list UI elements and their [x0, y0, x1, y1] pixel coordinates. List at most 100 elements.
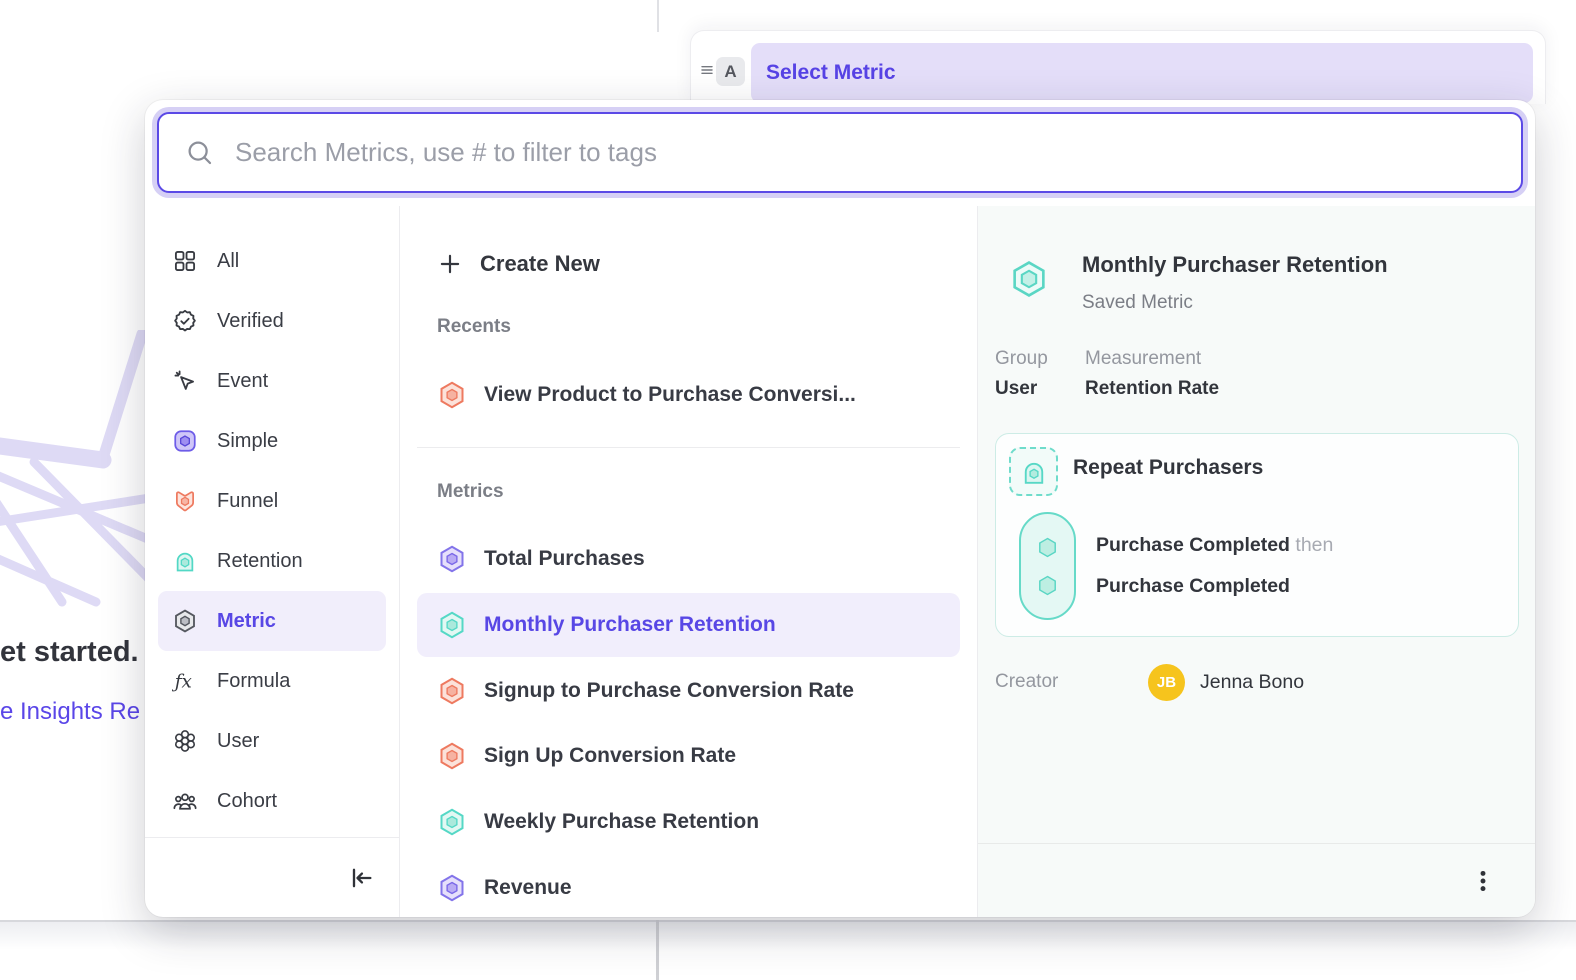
metric-item-label: Total Purchases — [484, 547, 645, 571]
sidebar-item-label: User — [217, 730, 259, 753]
cursor-click-icon — [172, 368, 198, 394]
collapse-sidebar-icon[interactable] — [347, 864, 375, 892]
cohort-definition-icon-box — [1009, 447, 1058, 496]
select-metric-button[interactable]: Select Metric — [751, 43, 1533, 103]
metric-list-item-selected[interactable]: Monthly Purchaser Retention — [417, 593, 960, 657]
detail-footer — [978, 843, 1535, 917]
metric-hexagon-icon — [437, 610, 467, 640]
metric-list-item[interactable]: Total Purchases — [417, 527, 960, 591]
screen: et started. e Insights Re A Select Metri… — [0, 0, 1576, 980]
metric-item-label: Weekly Purchase Retention — [484, 810, 759, 834]
sidebar-item-label: Simple — [217, 430, 278, 453]
metric-list-item[interactable]: Weekly Purchase Retention — [417, 790, 960, 854]
panel-divider-bottom — [656, 920, 659, 980]
user-cluster-icon — [172, 728, 198, 754]
recent-item-label: View Product to Purchase Conversi... — [484, 383, 856, 407]
definition-card: Repeat Purchasers Purchase Completed the… — [995, 433, 1519, 637]
detail-subtitle: Saved Metric — [1082, 292, 1193, 314]
section-divider-shadow — [0, 922, 1576, 950]
more-options-icon[interactable] — [1469, 866, 1497, 896]
step-1-event: Purchase Completed — [1096, 534, 1290, 556]
metric-list-item[interactable]: Sign Up Conversion Rate — [417, 724, 960, 788]
creator-avatar: JB — [1148, 664, 1185, 701]
sidebar-footer — [145, 837, 399, 917]
event-hexagon-icon — [1035, 573, 1060, 598]
sidebar-item-cohort[interactable]: Cohort — [158, 771, 386, 831]
metric-list-item[interactable]: Revenue — [417, 856, 960, 917]
metric-item-label: Sign Up Conversion Rate — [484, 744, 736, 768]
metric-hexagon-icon — [437, 741, 467, 771]
definition-card-title: Repeat Purchasers — [1073, 456, 1263, 480]
funnel-metric-hexagon-icon — [437, 380, 467, 410]
detail-title: Monthly Purchaser Retention — [1082, 252, 1388, 278]
sidebar-item-label: Event — [217, 370, 268, 393]
cohort-people-icon — [172, 788, 198, 814]
sidebar-item-funnel[interactable]: Funnel — [158, 471, 386, 531]
measurement-value: Retention Rate — [1085, 378, 1219, 400]
sidebar-item-label: Formula — [217, 670, 290, 693]
retention-arch-icon — [1019, 457, 1049, 487]
group-label: Group — [995, 348, 1048, 370]
sidebar-item-label: Retention — [217, 550, 303, 573]
simple-hexagon-icon — [172, 428, 198, 454]
event-sequence-capsule — [1019, 512, 1076, 620]
metric-search-box[interactable] — [157, 112, 1523, 193]
retention-arch-icon — [172, 548, 198, 574]
search-icon — [185, 138, 215, 168]
funnel-hexagon-icon — [172, 488, 198, 514]
metric-hexagon-icon — [437, 676, 467, 706]
sidebar-item-formula[interactable]: ƒx Formula — [158, 651, 386, 711]
group-value: User — [995, 378, 1037, 400]
sidebar-item-verified[interactable]: Verified — [158, 291, 386, 351]
modal-body: All Verified — [145, 206, 1535, 917]
sidebar-item-user[interactable]: User — [158, 711, 386, 771]
saved-metric-hexagon-icon — [1008, 258, 1050, 300]
background-insights-link-fragment[interactable]: e Insights Re — [0, 698, 140, 726]
metric-list-item[interactable]: Signup to Purchase Conversion Rate — [417, 659, 960, 723]
measurement-label: Measurement — [1085, 348, 1201, 370]
metric-picker-modal: All Verified — [145, 100, 1535, 917]
category-sidebar: All Verified — [145, 206, 400, 917]
sidebar-item-all[interactable]: All — [158, 231, 386, 291]
panel-divider-top — [657, 0, 659, 32]
metric-letter-badge: A — [716, 57, 745, 86]
metric-item-label: Signup to Purchase Conversion Rate — [484, 679, 854, 703]
sidebar-item-label: Funnel — [217, 490, 278, 513]
step-connector: then — [1295, 534, 1333, 556]
formula-fx-icon: ƒx — [172, 668, 198, 694]
metrics-section-label: Metrics — [437, 481, 504, 507]
event-hexagon-icon — [1035, 535, 1060, 560]
creator-label: Creator — [995, 671, 1058, 693]
sidebar-item-event[interactable]: Event — [158, 351, 386, 411]
sidebar-item-retention[interactable]: Retention — [158, 531, 386, 591]
sidebar-item-simple[interactable]: Simple — [158, 411, 386, 471]
metric-list-column: Create New Recents View Product to Purch… — [400, 206, 978, 917]
list-divider — [417, 447, 960, 448]
recent-item[interactable]: View Product to Purchase Conversi... — [417, 363, 960, 427]
metric-hexagon-icon — [437, 873, 467, 903]
plus-icon — [437, 251, 463, 277]
sidebar-item-label: Verified — [217, 310, 284, 333]
creator-name: Jenna Bono — [1200, 671, 1304, 694]
background-chart-decoration — [0, 330, 150, 615]
metric-item-label: Monthly Purchaser Retention — [484, 613, 776, 637]
metric-hexagon-icon — [172, 608, 198, 634]
drag-handle-icon[interactable] — [697, 60, 717, 80]
metric-detail-panel: Monthly Purchaser Retention Saved Metric… — [978, 206, 1535, 917]
sidebar-item-metric[interactable]: Metric — [158, 591, 386, 651]
metric-hexagon-icon — [437, 544, 467, 574]
select-metric-label: Select Metric — [766, 61, 896, 85]
svg-text:ƒx: ƒx — [172, 672, 193, 693]
step-2-event: Purchase Completed — [1096, 575, 1290, 597]
sidebar-item-label: Metric — [217, 610, 276, 633]
metric-item-label: Revenue — [484, 876, 572, 900]
verified-badge-icon — [172, 308, 198, 334]
sequence-step-2: Purchase Completed — [1096, 575, 1290, 598]
sequence-step-1: Purchase Completed then — [1096, 534, 1333, 557]
metric-query-bar: A Select Metric — [690, 30, 1546, 104]
sidebar-item-label: Cohort — [217, 790, 277, 813]
search-input[interactable] — [235, 137, 1521, 168]
background-heading-fragment: et started. — [0, 636, 139, 669]
create-new-button[interactable]: Create New — [417, 240, 960, 288]
create-new-label: Create New — [480, 251, 600, 277]
